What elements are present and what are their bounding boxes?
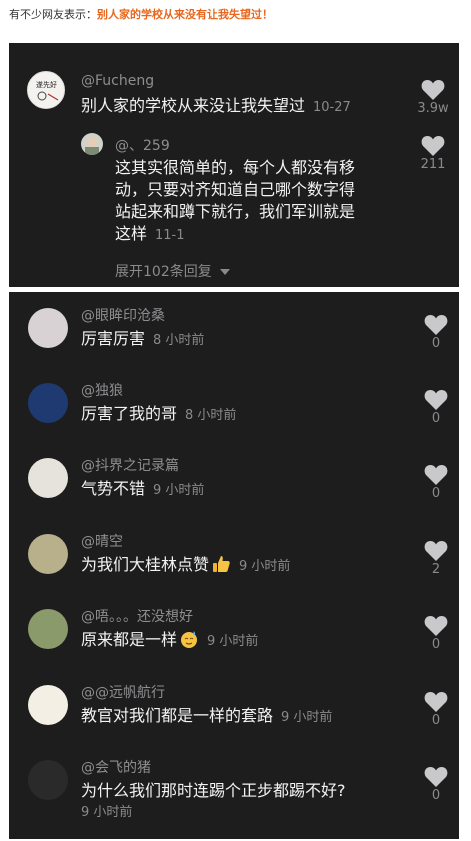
comment-username[interactable]: @抖界之记录篇 [81, 455, 179, 475]
thumbs-up-icon [213, 556, 230, 572]
comment-text: 为什么我们那时连踢个正步都踢不好? 9 小时前 [81, 780, 411, 824]
like-button[interactable]: 0 [419, 766, 453, 803]
reply-avatar[interactable] [81, 133, 103, 155]
comment-text: 厉害了我的哥 8 小时前 [81, 403, 411, 427]
comment-username[interactable]: @会飞的猪 [81, 757, 151, 777]
comment-body: 厉害厉害 [81, 329, 146, 348]
comment-body: 原来都是一样 [81, 630, 178, 649]
like-count: 0 [431, 411, 441, 426]
like-count: 0 [431, 637, 441, 652]
comment-time: 8 小时前 [185, 408, 237, 423]
reply-username[interactable]: @、259 [115, 135, 170, 155]
comment-body: 教官对我们都是一样的套路 [81, 706, 274, 725]
avatar[interactable] [28, 383, 68, 423]
comment-username[interactable]: @唔。。。还没想好 [81, 606, 193, 626]
avatar-text: 遂先好 [36, 80, 57, 89]
heart-icon [424, 616, 448, 636]
comment-body: 别人家的学校从来没让我失望过 [81, 96, 306, 115]
like-count: 0 [431, 788, 441, 803]
reply-like-button[interactable]: 211 [413, 135, 453, 172]
like-button[interactable]: 0 [419, 691, 453, 728]
comment-text: 厉害厉害 8 小时前 [81, 328, 411, 352]
emoji-wrapper [177, 630, 199, 649]
comment-time: 9 小时前 [281, 710, 333, 725]
like-count: 0 [431, 336, 441, 351]
intro-highlight: 别人家的学校从来没有让我失望过！ [97, 8, 273, 21]
comment-time: 9 小时前 [153, 483, 205, 498]
comment-time: 8 小时前 [153, 333, 205, 348]
expand-replies-button[interactable]: 展开102条回复 [115, 261, 231, 281]
comment-row: @独狼厉害了我的哥 8 小时前 0 [9, 375, 459, 449]
like-button[interactable]: 0 [419, 464, 453, 501]
reply-line-2: 动，只要对齐知道自己哪个数字得 [115, 180, 356, 199]
avatar[interactable] [28, 534, 68, 574]
like-button[interactable]: 2 [419, 540, 453, 577]
child-photo-icon [85, 137, 99, 155]
like-count: 0 [431, 486, 441, 501]
like-button[interactable]: 0 [419, 615, 453, 652]
avatar[interactable] [28, 609, 68, 649]
article-intro-text: 有不少网友表示：别人家的学校从来没有让我失望过！ [9, 6, 273, 22]
heart-icon [424, 465, 448, 485]
comment-time: 10-27 [313, 100, 351, 115]
heart-icon [424, 692, 448, 712]
heart-icon [421, 80, 445, 100]
like-button[interactable]: 0 [419, 389, 453, 426]
emoji-wrapper [209, 555, 231, 574]
comment-body: 厉害了我的哥 [81, 404, 178, 423]
reply-last-line: 这样 [115, 224, 148, 243]
heart-icon [424, 390, 448, 410]
comment-text: 气势不错 9 小时前 [81, 478, 411, 502]
heart-icon [424, 767, 448, 787]
comment-text: 原来都是一样 9 小时前 [81, 629, 411, 653]
like-count: 3.9w [417, 101, 449, 116]
comment-username[interactable]: @晴空 [81, 531, 123, 551]
like-button[interactable]: 3.9w [413, 79, 453, 116]
fucheng-avatar[interactable]: 遂先好 [27, 71, 65, 109]
comment-body: 为什么我们那时连踢个正步都踢不好? [81, 781, 346, 800]
comment-row: @@远帆航行教官对我们都是一样的套路 9 小时前 0 [9, 677, 459, 751]
reply-line-1: 这其实很简单的，每个人都没有移 [115, 158, 356, 177]
sweat-smile-icon [181, 631, 198, 648]
comment-thread-panel: 遂先好 @Fucheng 别人家的学校从来没让我失望过 10-27 3.9w @、… [9, 43, 459, 287]
reply-time: 11-1 [155, 228, 185, 243]
comment-username[interactable]: @独狼 [81, 380, 123, 400]
comment-username[interactable]: @Fucheng [81, 73, 154, 89]
avatar[interactable] [28, 308, 68, 348]
comment-row: @唔。。。还没想好 原来都是一样 9 小时前 0 [9, 601, 459, 675]
comment-time: 9 小时前 [239, 559, 291, 574]
avatar[interactable] [28, 458, 68, 498]
reply-like-count: 211 [420, 157, 446, 172]
reply-line-4: 这样 11-1 [115, 223, 405, 247]
reply-text: 这其实很简单的，每个人都没有移 动，只要对齐知道自己哪个数字得 站起来和蹲下就行… [115, 157, 405, 247]
expand-replies-label: 展开102条回复 [115, 264, 212, 280]
comment-username[interactable]: @@远帆航行 [81, 682, 165, 702]
comment-username[interactable]: @眼眸印沧桑 [81, 305, 165, 325]
avatar[interactable] [28, 685, 68, 725]
comment-text: 教官对我们都是一样的套路 9 小时前 [81, 705, 411, 729]
comment-body: 为我们大桂林点赞 [81, 555, 210, 574]
comment-row: @抖界之记录篇 气势不错 9 小时前 0 [9, 450, 459, 524]
heart-icon [424, 541, 448, 561]
heart-icon [424, 315, 448, 335]
comment-list-panel: @眼眸印沧桑 厉害厉害 8 小时前 0 @独狼 厉害了我的哥 8 小时前 0 @抖界之记录篇 气势… [9, 292, 459, 839]
like-button[interactable]: 0 [419, 314, 453, 351]
like-count: 2 [431, 562, 441, 577]
comment-body: 气势不错 [81, 479, 146, 498]
heart-icon [421, 136, 445, 156]
comment-row: @晴空为我们大桂林点赞 9 小时前 2 [9, 526, 459, 600]
comment-row: @会飞的猪为什么我们那时连踢个正步都踢不好? 9 小时前 0 [9, 752, 459, 826]
like-count: 0 [431, 713, 441, 728]
comment-time: 9 小时前 [207, 634, 259, 649]
avatar[interactable] [28, 760, 68, 800]
comment-row: @眼眸印沧桑 厉害厉害 8 小时前 0 [9, 300, 459, 374]
comment-text: 别人家的学校从来没让我失望过 10-27 [81, 95, 351, 119]
handwriting-avatar-icon: 遂先好 [36, 80, 59, 101]
intro-prefix: 有不少网友表示： [9, 8, 97, 21]
reply-line-3: 站起来和蹲下就行，我们军训就是 [115, 202, 356, 221]
comment-time: 9 小时前 [81, 805, 133, 820]
comment-text: 为我们大桂林点赞 9 小时前 [81, 554, 411, 578]
caret-down-icon [220, 269, 231, 275]
